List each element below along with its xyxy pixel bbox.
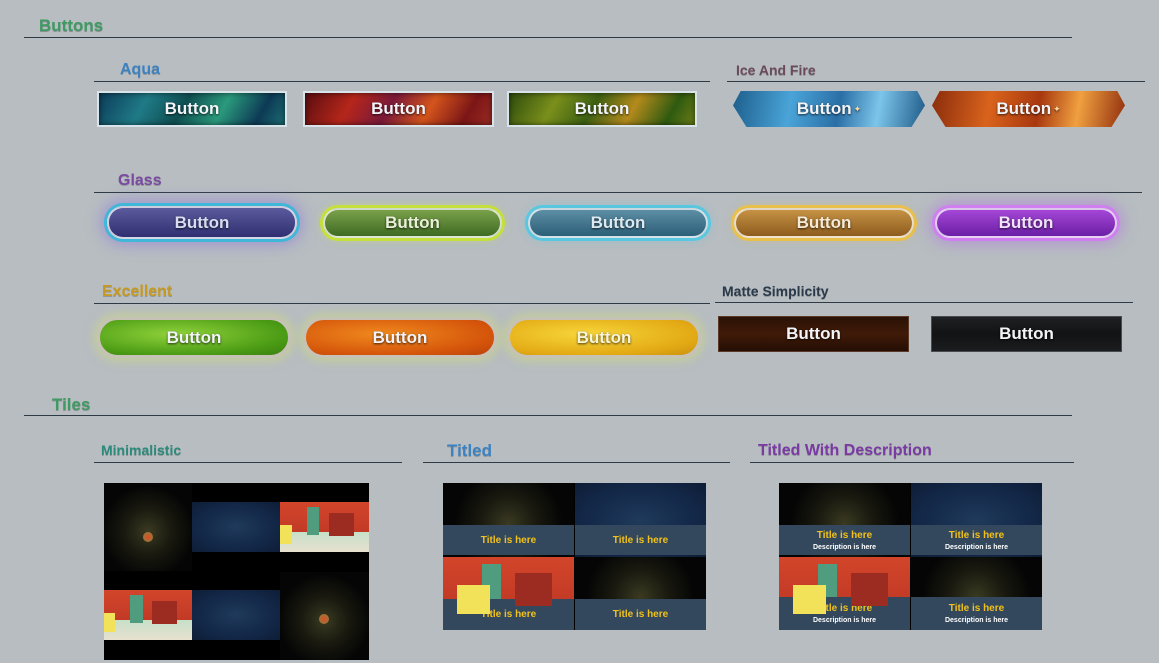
tile-description: Description is here	[944, 617, 1009, 624]
glass-button-blue[interactable]: Button	[107, 206, 297, 239]
orb-icon	[143, 532, 153, 542]
section-title-buttons: Buttons	[39, 16, 104, 35]
group-title-titled: Titled	[447, 441, 493, 460]
titled-description-tile[interactable]: Title is here Description is here	[911, 557, 1042, 630]
tile-title-bar: Title is here Description is here	[779, 597, 910, 630]
glass-button-teal[interactable]: Button	[528, 208, 708, 238]
matte-button-black[interactable]: Button	[931, 316, 1122, 352]
tile-title-bar: Title is here	[443, 525, 574, 555]
group-divider-matte-simplicity	[715, 302, 1133, 303]
minimalistic-tile-grid	[104, 483, 369, 660]
tile-title: Title is here	[816, 603, 873, 614]
tile-title-bar: Title is here Description is here	[779, 525, 910, 555]
aqua-button-teal[interactable]: Button	[97, 91, 287, 127]
tile-scene[interactable]	[280, 502, 369, 552]
excellent-button-orange[interactable]: Button	[303, 317, 497, 358]
tile-title: Title is here	[816, 529, 873, 541]
group-divider-ice-and-fire	[727, 81, 1145, 82]
group-title-matte-simplicity: Matte Simplicity	[722, 283, 829, 299]
titled-tile-grid: Title is here Title is here Title is her…	[443, 483, 706, 630]
aqua-button-green[interactable]: Button	[507, 91, 697, 127]
tile-title: Title is here	[948, 529, 1005, 541]
titled-description-tile[interactable]: Title is here Description is here	[779, 557, 910, 630]
tile-title-bar: Title is here Description is here	[911, 597, 1042, 630]
tile-blue[interactable]	[192, 590, 280, 640]
tile-description: Description is here	[812, 543, 877, 551]
orb-icon	[319, 614, 329, 624]
group-title-titled-with-description: Titled With Description	[758, 442, 932, 459]
tile-title: Title is here	[612, 534, 669, 546]
section-divider-buttons	[24, 37, 1072, 38]
titled-description-tile[interactable]: Title is here Description is here	[911, 483, 1042, 557]
aqua-button-red[interactable]: Button	[303, 91, 494, 127]
excellent-button-yellow[interactable]: Button	[507, 317, 701, 358]
tile-blue[interactable]	[192, 502, 280, 552]
tile-title-bar: Title is here	[575, 599, 706, 630]
spark-icon: ✦	[1053, 103, 1061, 114]
group-title-excellent: Excellent	[102, 283, 173, 300]
group-divider-excellent	[94, 303, 710, 304]
titled-tile[interactable]: Title is here	[443, 483, 574, 557]
titled-description-tile-grid: Title is here Description is here Title i…	[779, 483, 1042, 630]
tile-title-bar: Title is here	[575, 525, 706, 555]
tile-title: Title is here	[612, 609, 669, 620]
fire-button[interactable]: Button ✦	[932, 91, 1125, 127]
tile-title-bar: Title is here Description is here	[911, 525, 1042, 555]
glass-button-green[interactable]: Button	[323, 208, 502, 238]
tile-title: Title is here	[948, 603, 1005, 614]
titled-tile[interactable]: Title is here	[575, 557, 706, 630]
ice-button[interactable]: Button ✦	[733, 91, 925, 127]
group-title-glass: Glass	[118, 172, 162, 189]
tile-title-bar: Title is here	[443, 599, 574, 630]
group-divider-glass	[94, 192, 1142, 193]
glass-button-purple[interactable]: Button	[935, 208, 1117, 238]
group-divider-aqua	[94, 81, 710, 82]
group-divider-minimalistic	[94, 462, 402, 463]
excellent-button-green[interactable]: Button	[97, 317, 291, 358]
tile-scene[interactable]	[104, 590, 192, 640]
glass-button-orange[interactable]: Button	[734, 208, 914, 238]
tile-dark-orb[interactable]	[280, 572, 369, 660]
tile-description: Description is here	[944, 543, 1009, 551]
spark-icon: ✦	[853, 103, 862, 114]
section-divider-tiles	[24, 415, 1072, 416]
group-divider-titled-with-description	[750, 462, 1074, 463]
tile-description: Description is here	[812, 617, 877, 624]
tile-dark-orb[interactable]	[104, 483, 192, 571]
tile-title: Title is here	[480, 534, 537, 546]
group-title-aqua: Aqua	[120, 61, 160, 78]
group-title-ice-and-fire: Ice And Fire	[736, 62, 816, 78]
titled-description-tile[interactable]: Title is here Description is here	[779, 483, 910, 557]
group-divider-titled	[423, 462, 730, 463]
section-title-tiles: Tiles	[52, 395, 91, 414]
tile-title: Title is here	[480, 609, 537, 620]
matte-button-brown[interactable]: Button	[718, 316, 909, 352]
group-title-minimalistic: Minimalistic	[101, 442, 182, 458]
titled-tile[interactable]: Title is here	[443, 557, 574, 630]
titled-tile[interactable]: Title is here	[575, 483, 706, 557]
